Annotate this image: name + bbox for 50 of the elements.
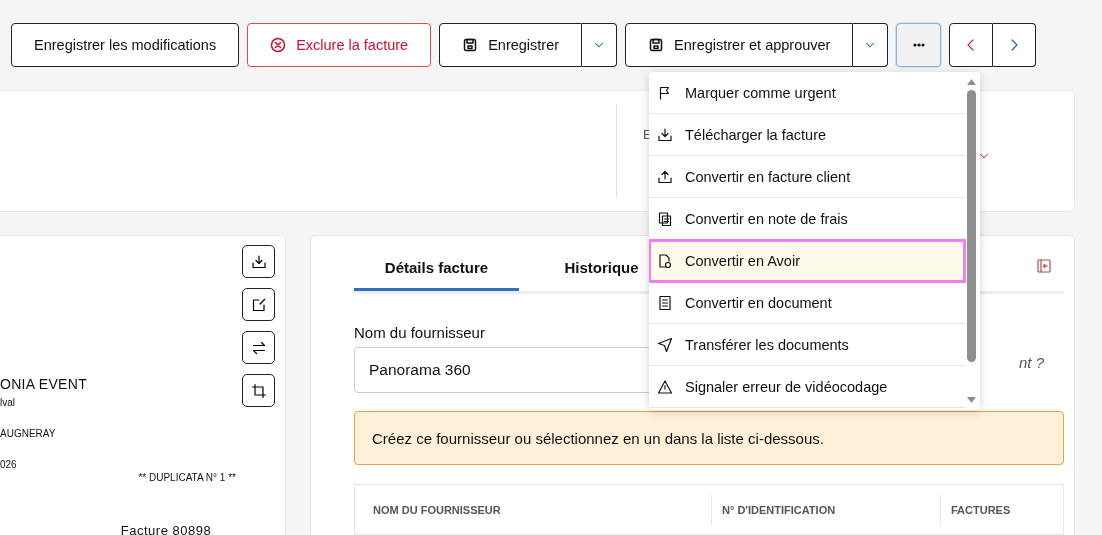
menu-item[interactable]: Convertir en facture client bbox=[649, 156, 965, 198]
collapse-panel-icon bbox=[1036, 258, 1052, 274]
save-button[interactable]: Enregistrer et approuver bbox=[625, 23, 854, 67]
crop-icon bbox=[250, 382, 267, 399]
column-header: NOM DU FOURNISSEUR bbox=[372, 502, 502, 518]
swap-button[interactable] bbox=[242, 331, 275, 364]
upload-icon bbox=[657, 168, 673, 185]
column-header: FACTURES bbox=[940, 494, 1063, 525]
previous-button[interactable] bbox=[949, 23, 994, 67]
duplicata-note: ** DUPLICATA N° 1 ** bbox=[138, 472, 236, 483]
crop-button[interactable] bbox=[242, 374, 275, 407]
swap-icon bbox=[250, 339, 267, 356]
menu-item[interactable]: Convertir en document bbox=[649, 282, 965, 324]
save-icon bbox=[648, 37, 665, 53]
scroll-up-icon[interactable] bbox=[966, 78, 977, 86]
menu-item[interactable]: Télécharger la facture bbox=[649, 114, 965, 156]
invoice-title: Facture 80898 bbox=[119, 523, 212, 535]
address-text: AUGNERAY bbox=[0, 428, 57, 439]
menu-item[interactable]: Convertir en Avoir bbox=[649, 240, 965, 282]
external-link-icon bbox=[250, 296, 267, 313]
menu-item[interactable]: Marquer comme urgent bbox=[649, 72, 965, 114]
company-name: ONIA EVENT bbox=[0, 376, 89, 392]
cancel-circle-icon bbox=[270, 37, 287, 53]
scrollbar-thumb[interactable] bbox=[967, 90, 976, 362]
address-text: 026 bbox=[0, 459, 18, 470]
field-label: Nom du fournisseur bbox=[354, 324, 486, 341]
download-button[interactable] bbox=[242, 245, 275, 278]
menu-item[interactable]: Signaler erreur de vidéocodage bbox=[649, 366, 965, 408]
save-changes-button[interactable]: Enregistrer les modifications bbox=[11, 23, 240, 67]
open-external-button[interactable] bbox=[242, 288, 275, 321]
column-header: N° D'IDENTIFICATION bbox=[711, 494, 940, 525]
save-icon bbox=[462, 37, 479, 53]
exclude-invoice-button[interactable]: Exclure la facture bbox=[247, 23, 432, 67]
download-icon bbox=[657, 126, 673, 143]
question-link[interactable]: nt ? bbox=[1018, 353, 1044, 371]
warning-alert: Créez ce fournisseur ou sélectionnez en un dans la liste ci-dessous. bbox=[354, 411, 1064, 465]
warning-icon bbox=[657, 378, 673, 395]
download-icon bbox=[250, 253, 267, 270]
dropdown-button[interactable] bbox=[582, 23, 618, 67]
save-button[interactable]: Enregistrer bbox=[439, 23, 583, 67]
menu-item[interactable]: Transférer les documents bbox=[649, 324, 965, 366]
tab[interactable]: Détails facture bbox=[354, 246, 519, 291]
address-text: lval bbox=[0, 397, 16, 408]
send-icon bbox=[657, 336, 673, 353]
scroll-down-icon[interactable] bbox=[966, 396, 977, 404]
document-icon bbox=[657, 294, 673, 311]
dropdown-button[interactable] bbox=[853, 23, 889, 67]
document-refresh-icon bbox=[657, 252, 673, 269]
copy-document-icon bbox=[657, 210, 673, 227]
next-button[interactable] bbox=[993, 23, 1037, 67]
